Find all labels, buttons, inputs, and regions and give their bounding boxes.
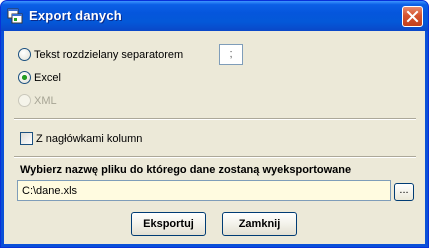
export-window-icon: [7, 8, 23, 24]
option-text-separated-label: Tekst rozdzielany separatorem: [34, 48, 184, 61]
radio-excel[interactable]: [18, 71, 31, 84]
option-excel-label: Excel: [34, 71, 61, 84]
headers-checkbox-label: Z nagłówkami kolumn: [36, 132, 143, 145]
export-dialog: Export danych Tekst rozdzielany separato…: [0, 0, 429, 248]
headers-checkbox[interactable]: [20, 132, 33, 145]
option-excel[interactable]: Excel: [18, 71, 61, 84]
radio-text-separated[interactable]: [18, 48, 31, 61]
option-text-separated[interactable]: Tekst rozdzielany separatorem: [18, 48, 183, 61]
close-dialog-button[interactable]: Zamknij: [222, 212, 297, 236]
option-xml: XML: [18, 94, 57, 107]
export-button[interactable]: Eksportuj: [131, 212, 206, 236]
option-xml-label: XML: [34, 94, 57, 107]
dialog-body: Tekst rozdzielany separatorem ; Excel XM…: [4, 31, 425, 244]
close-button[interactable]: [402, 6, 423, 27]
separator-input[interactable]: ;: [219, 44, 243, 65]
close-icon: [406, 10, 419, 23]
file-path-input[interactable]: [17, 180, 391, 201]
file-section-title: Wybierz nazwę pliku do którego dane zost…: [20, 164, 352, 176]
title-bar[interactable]: Export danych: [1, 1, 428, 31]
headers-option[interactable]: Z nagłówkami kolumn: [20, 132, 142, 145]
divider: [14, 118, 416, 120]
window-title: Export danych: [29, 8, 122, 23]
radio-xml: [18, 94, 31, 107]
browse-button[interactable]: ...: [394, 183, 414, 201]
divider: [14, 156, 416, 158]
